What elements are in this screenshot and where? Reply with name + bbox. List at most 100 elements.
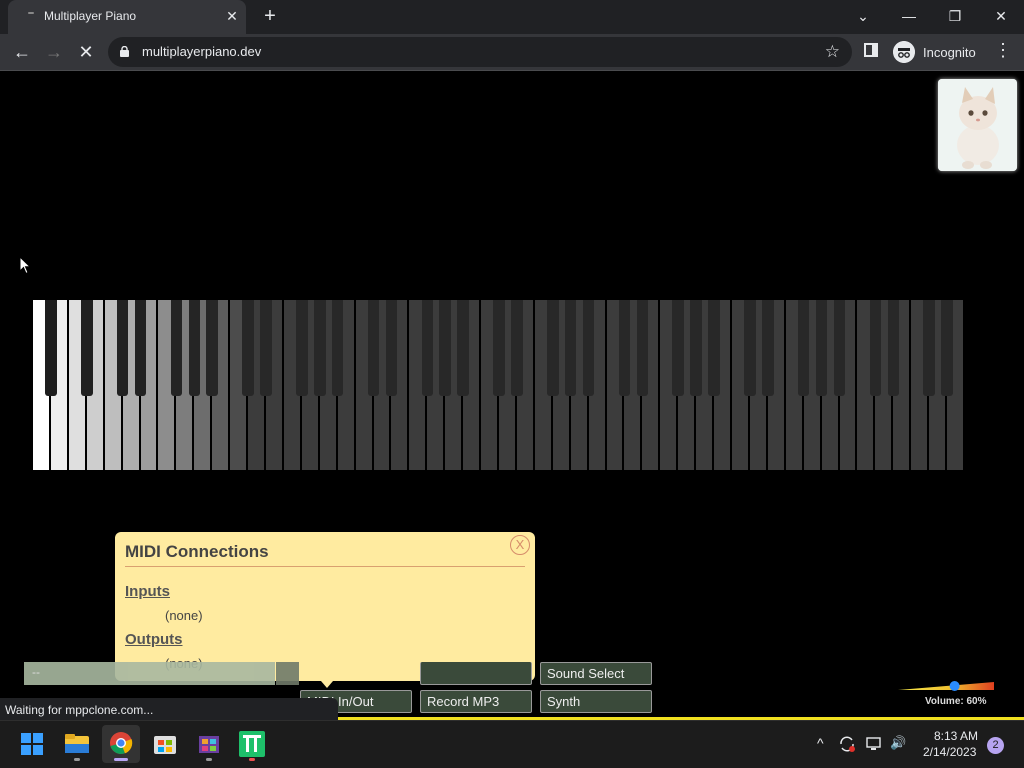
piano-black-key[interactable] <box>797 300 810 396</box>
piano-black-key[interactable] <box>45 300 57 396</box>
file-explorer-icon[interactable] <box>58 725 96 763</box>
piano-black-key[interactable] <box>457 300 469 396</box>
close-window-button[interactable]: ✕ <box>987 4 1015 28</box>
piano-black-key[interactable] <box>636 300 649 396</box>
piano-black-key[interactable] <box>923 300 935 396</box>
text-app-icon[interactable] <box>233 725 271 763</box>
tab-multiplayer-piano[interactable]: Multiplayer Piano ✕ <box>8 0 246 34</box>
page-viewport: MIDI Connections X Inputs (none) Outputs… <box>0 71 1024 713</box>
minimize-button[interactable]: — <box>895 4 923 28</box>
piano-black-key[interactable] <box>941 300 953 396</box>
piano-black-key[interactable] <box>314 300 326 396</box>
piano-black-key[interactable] <box>206 300 218 396</box>
url-text: multiplayerpiano.dev <box>142 44 262 59</box>
volume-label: Volume: 60% <box>925 696 987 707</box>
address-bar[interactable]: multiplayerpiano.dev ☆ <box>108 37 852 67</box>
tab-title: Multiplayer Piano <box>44 9 137 23</box>
bookmark-star-icon[interactable]: ☆ <box>825 42 840 62</box>
piano-black-key[interactable] <box>547 300 559 396</box>
piano-black-key[interactable] <box>762 300 774 396</box>
midi-panel-title: MIDI Connections <box>125 542 269 561</box>
piano-black-key[interactable] <box>618 300 631 396</box>
piano-black-key[interactable] <box>134 300 147 396</box>
hidden-button-top-row[interactable] <box>420 662 532 685</box>
piano-black-key[interactable] <box>439 300 451 396</box>
piano-black-key[interactable] <box>690 300 702 396</box>
volume-slider[interactable] <box>898 681 994 691</box>
microsoft-store-icon[interactable] <box>146 725 184 763</box>
forward-button[interactable]: → <box>42 40 66 64</box>
piano-black-key[interactable] <box>260 300 272 396</box>
user-avatar-kitten[interactable] <box>938 79 1017 171</box>
piano-black-key[interactable] <box>170 300 183 396</box>
tray-chevron-icon[interactable]: ^ <box>817 735 824 751</box>
browser-menu-button[interactable]: ⋮ <box>994 40 1012 61</box>
piano-black-key[interactable] <box>367 300 380 396</box>
sync-icon[interactable] <box>838 735 856 753</box>
sound-select-button[interactable]: Sound Select <box>540 662 652 685</box>
tab-close-icon[interactable]: ✕ <box>224 8 240 24</box>
piano-black-key[interactable] <box>582 300 595 396</box>
new-tab-button[interactable]: + <box>259 5 281 27</box>
speaker-icon[interactable]: 🔊 <box>890 735 906 751</box>
store-app-icon[interactable] <box>190 725 228 763</box>
piano-black-key[interactable] <box>385 300 398 396</box>
browser-window: Multiplayer Piano ✕ + ⌄ — ❐ ✕ ← → ✕ mult… <box>0 0 1024 71</box>
midi-panel-close-button[interactable]: X <box>510 535 530 555</box>
incognito-label: Incognito <box>923 45 976 60</box>
synth-button[interactable]: Synth <box>540 690 652 713</box>
piano-black-key[interactable] <box>493 300 505 396</box>
lock-icon <box>120 46 129 57</box>
running-indicator <box>74 758 80 761</box>
panel-pointer <box>321 681 333 688</box>
incognito-indicator[interactable]: Incognito <box>890 38 984 66</box>
tab-search-icon[interactable]: ⌄ <box>849 4 877 28</box>
stop-loading-button[interactable]: ✕ <box>74 40 98 64</box>
browser-status-bubble: Waiting for mppclone.com... <box>0 698 338 720</box>
mouse-cursor-icon <box>19 256 31 275</box>
windows-taskbar: ^ 🔊 8:13 AM 2/14/2023 2 <box>0 720 1024 768</box>
kitten-image <box>938 79 1017 171</box>
divider <box>125 566 525 567</box>
piano-black-key[interactable] <box>672 300 684 396</box>
chat-input-text: -- <box>32 665 40 679</box>
volume-knob[interactable] <box>949 681 960 691</box>
piano-black-key[interactable] <box>815 300 828 396</box>
tab-strip: Multiplayer Piano ✕ + ⌄ — ❐ ✕ <box>0 0 1024 34</box>
active-indicator <box>114 758 128 761</box>
inputs-value: (none) <box>165 608 203 623</box>
loading-favicon-icon <box>28 12 34 14</box>
restore-button[interactable]: ❐ <box>941 4 969 28</box>
network-icon[interactable] <box>866 736 884 752</box>
piano-black-key[interactable] <box>744 300 756 396</box>
record-mp3-button[interactable]: Record MP3 <box>420 690 532 713</box>
piano-black-key[interactable] <box>511 300 523 396</box>
chat-input[interactable]: -- <box>24 662 299 685</box>
piano-black-key[interactable] <box>833 300 846 396</box>
clock-date[interactable]: 2/14/2023 <box>923 745 976 759</box>
piano-black-key[interactable] <box>116 300 129 396</box>
piano-black-key[interactable] <box>708 300 720 396</box>
piano-black-key[interactable] <box>869 300 882 396</box>
piano-black-key[interactable] <box>331 300 344 396</box>
piano-black-key[interactable] <box>564 300 577 396</box>
piano-black-key[interactable] <box>242 300 254 396</box>
piano-black-key[interactable] <box>296 300 308 396</box>
piano-keyboard[interactable] <box>33 300 965 470</box>
running-indicator <box>206 758 212 761</box>
browser-toolbar: ← → ✕ multiplayerpiano.dev ☆ Incognito ⋮ <box>0 34 1024 71</box>
side-panel-icon[interactable] <box>864 43 878 57</box>
back-button[interactable]: ← <box>10 40 34 64</box>
status-text: Waiting for mppclone.com... <box>5 703 154 717</box>
notification-badge[interactable]: 2 <box>987 737 1004 754</box>
midi-connections-panel: MIDI Connections X Inputs (none) Outputs… <box>115 532 535 688</box>
clock-time[interactable]: 8:13 AM <box>934 729 978 743</box>
piano-black-key[interactable] <box>421 300 434 396</box>
piano-black-key[interactable] <box>887 300 900 396</box>
chrome-icon[interactable] <box>102 725 140 763</box>
piano-black-key[interactable] <box>188 300 201 396</box>
outputs-heading: Outputs <box>125 631 183 648</box>
incognito-icon <box>893 41 915 63</box>
windows-start-icon[interactable] <box>13 725 51 763</box>
piano-black-key[interactable] <box>81 300 93 396</box>
